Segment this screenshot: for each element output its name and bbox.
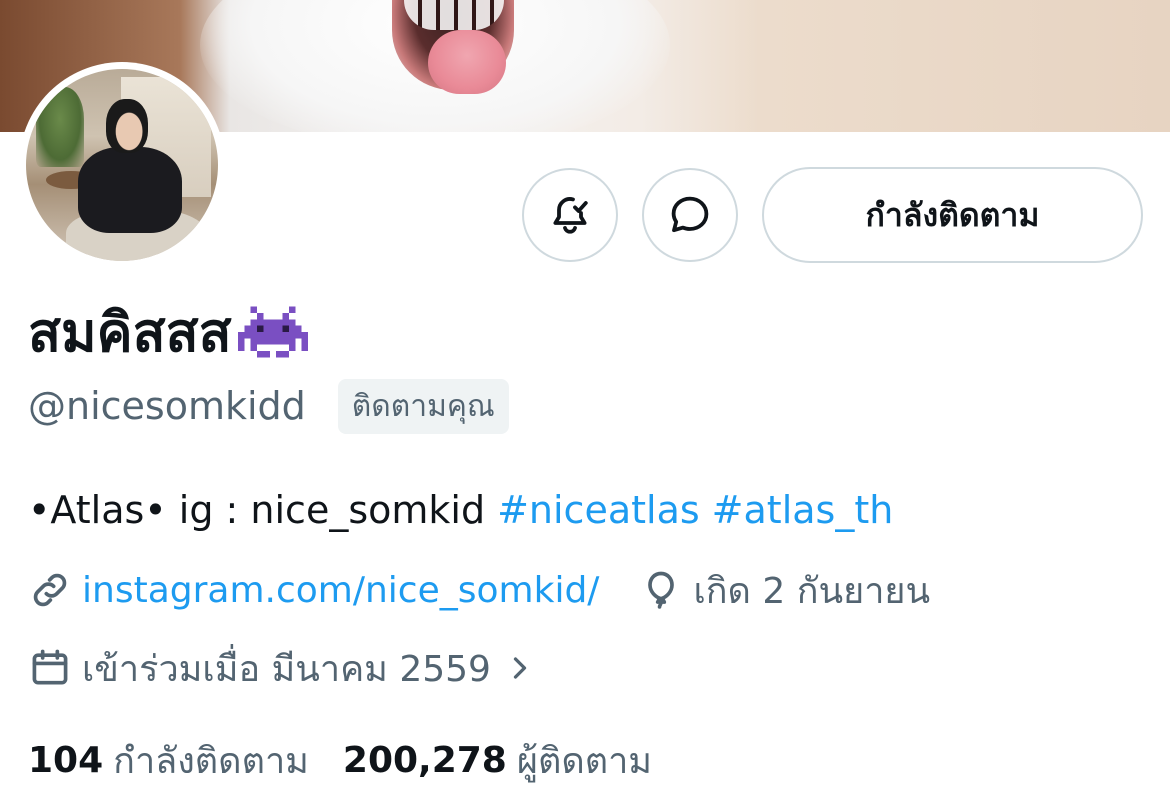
handle: @nicesomkidd [28, 384, 306, 428]
following-count: 104 [28, 739, 104, 781]
joined-row[interactable]: เข้าร่วมเมื่อ มีนาคม 2559 [28, 640, 535, 696]
message-button[interactable] [642, 168, 738, 262]
banner-teeth [404, 0, 504, 30]
avatar-photo-head [106, 99, 148, 153]
website-link[interactable]: instagram.com/nice_somkid/ [82, 570, 599, 611]
link-icon [33, 573, 67, 607]
calendar-icon [32, 649, 68, 685]
handle-row: @nicesomkidd ติดตามคุณ [28, 378, 509, 434]
notifications-button[interactable] [522, 168, 618, 262]
banner-tongue [428, 30, 506, 94]
alien-monster-icon [237, 306, 308, 358]
follow-stats: 104 กำลังติดตาม 200,278 ผู้ติดตาม [28, 732, 652, 788]
following-label: กำลังติดตาม [113, 740, 309, 782]
chevron-right-icon [513, 657, 527, 679]
followers-label: ผู้ติดตาม [516, 740, 653, 782]
message-bubble-icon [671, 196, 709, 233]
following-button[interactable]: กำลังติดตาม [762, 167, 1143, 263]
joined-date-text: เข้าร่วมเมื่อ มีนาคม 2559 [82, 648, 491, 690]
display-name-text: สมคิสสส [28, 301, 232, 364]
hashtag-link[interactable]: #niceatlas [497, 488, 700, 532]
avatar-photo-plant [36, 87, 84, 167]
display-name: สมคิสสส [28, 300, 308, 364]
birthday-text: เกิด 2 กันยายน [693, 570, 931, 612]
followers-stat[interactable]: 200,278 ผู้ติดตาม [343, 732, 652, 789]
balloon-icon [648, 571, 675, 609]
avatar-photo [26, 69, 218, 261]
following-stat[interactable]: 104 กำลังติดตาม [28, 732, 309, 789]
follows-you-badge: ติดตามคุณ [337, 378, 509, 434]
avatar-photo-shirt [78, 147, 182, 233]
profile-meta-row: instagram.com/nice_somkid/ เกิด 2 กันยาย… [28, 562, 930, 618]
followers-count: 200,278 [342, 739, 507, 781]
hashtag-link[interactable]: #atlas_th [712, 488, 894, 532]
avatar[interactable] [19, 62, 225, 268]
bell-check-icon [553, 197, 588, 234]
bio-text: •Atlas• ig : nice_somkid [28, 488, 486, 532]
bio: •Atlas• ig : nice_somkid #niceatlas #atl… [28, 482, 893, 538]
